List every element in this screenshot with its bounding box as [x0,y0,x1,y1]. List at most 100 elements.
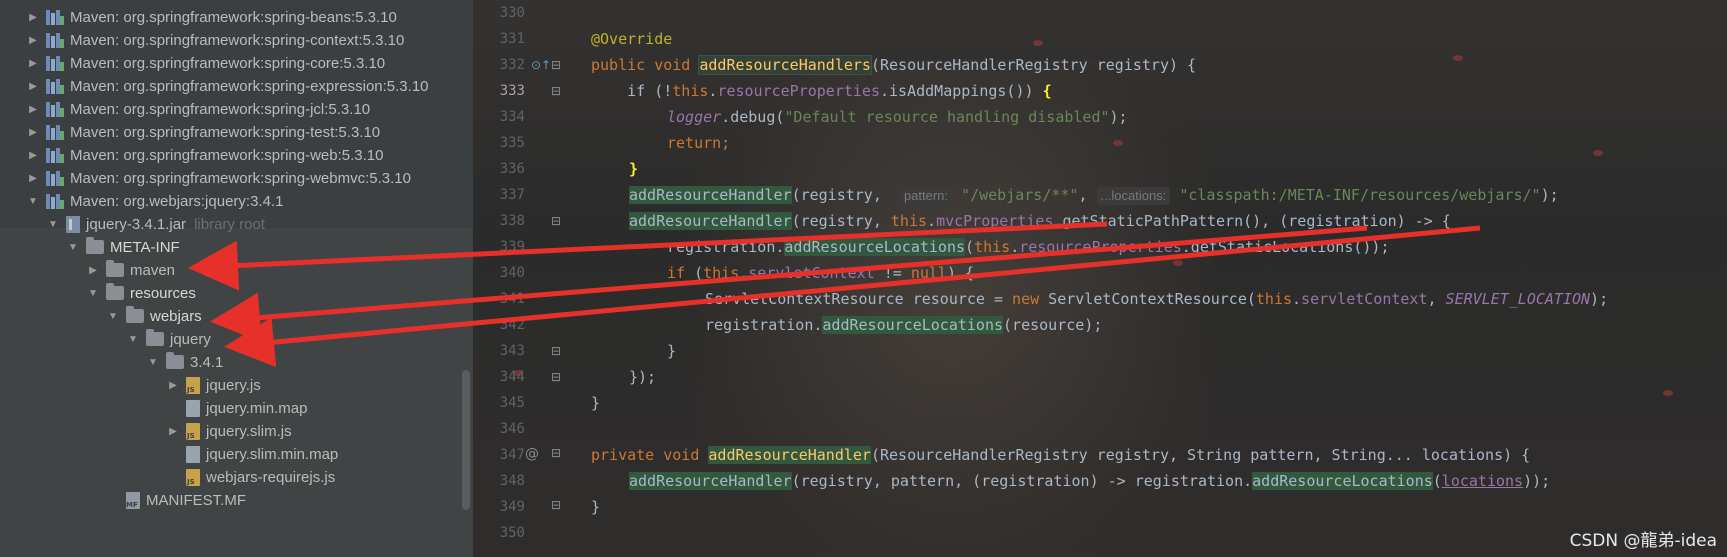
code-line-339[interactable]: registration.addResourceLocations(this.r… [667,234,1390,260]
tree-row-spring-web[interactable]: ▶ Maven: org.springframework:spring-web:… [0,143,473,167]
collapse-arrow-icon[interactable]: ▼ [66,242,80,253]
tree-row-spring-beans[interactable]: ▶ Maven: org.springframework:spring-bean… [0,5,473,29]
fold-marker-icon[interactable]: ⊟ [551,214,561,228]
tree-scrollbar[interactable] [462,370,470,510]
collapse-arrow-icon[interactable]: ▼ [126,334,140,345]
tree-row-spring-jcl[interactable]: ▶ Maven: org.springframework:spring-jcl:… [0,97,473,121]
code-line-334[interactable]: logger.debug("Default resource handling … [667,104,1128,130]
tree-row-jquery-slim-js[interactable]: ▶ jquery.slim.js [0,419,473,443]
fold-marker-icon[interactable]: ⊟ [551,344,561,358]
annotation-marker-icon[interactable]: @ [525,446,539,462]
tree-row-jquery-js[interactable]: ▶ jquery.js [0,373,473,397]
collapse-arrow-icon[interactable]: ▼ [46,219,60,230]
tree-label: jquery.js [206,376,261,394]
fold-marker-icon[interactable]: ⊟ [551,58,561,72]
method-call-token: addResourceLocations [784,238,966,256]
matched-brace-token: { [1042,82,1052,100]
expand-arrow-icon[interactable]: ▶ [26,35,40,46]
code-line-337[interactable]: addResourceHandler(registry, pattern: "/… [629,182,1559,208]
line-number: 350 [499,525,525,541]
collapse-arrow-icon[interactable]: ▼ [146,357,160,368]
tree-row-version-folder[interactable]: ▼ 3.4.1 [0,350,473,374]
keyword-token: if [667,264,686,282]
tree-row-webjars-jquery[interactable]: ▼ Maven: org.webjars:jquery:3.4.1 [0,189,473,213]
method-call-token: addResourceHandler [629,186,792,204]
map-file-icon [186,399,200,417]
code-token: ServletContextResource( [1039,290,1256,308]
tree-row-webjars-requirejs[interactable]: ▶ webjars-requirejs.js [0,465,473,489]
fold-marker-icon[interactable]: ⊟ [551,84,561,98]
fold-marker-icon[interactable]: ⊟ [551,446,561,460]
override-marker-icon[interactable]: ⊙↑ [531,58,551,72]
code-line-340[interactable]: if (this.servletContext != null) { [667,260,974,286]
line-number: 345 [499,395,525,411]
tree-label: maven [130,261,176,279]
tree-label: jquery.slim.js [206,422,292,440]
fold-marker-icon[interactable]: ⊟ [551,498,561,512]
line-number-gutter[interactable]: 330 331 332 333 334 335 336 337 338 339 … [473,0,563,557]
tree-label: META-INF [110,238,180,256]
param-token: locations [1441,472,1524,490]
line-number: 338 [499,213,525,229]
code-line-345[interactable]: } [591,390,600,416]
tree-row-resources[interactable]: ▼ resources [0,281,473,305]
code-line-347[interactable]: private void addResourceHandler(Resource… [591,442,1530,468]
code-line-338[interactable]: addResourceHandler(registry, this.mvcPro… [629,208,1451,234]
tree-row-spring-context[interactable]: ▶ Maven: org.springframework:spring-cont… [0,28,473,52]
code-token: . [1292,290,1302,308]
code-line-335[interactable]: return; [667,130,730,156]
tree-row-jquery-slim-min-map[interactable]: ▶ jquery.slim.min.map [0,442,473,466]
code-token: registration. [667,238,785,256]
method-call-token: addResourceHandler [629,472,792,490]
code-line-349[interactable]: } [591,494,600,520]
tree-row-jquery-jar[interactable]: ▼ jquery-3.4.1.jar library root [0,212,473,236]
expand-arrow-icon[interactable]: ▶ [26,150,40,161]
code-token: }); [629,368,657,386]
collapse-arrow-icon[interactable]: ▼ [86,288,100,299]
tree-row-meta-inf[interactable]: ▼ META-INF [0,235,473,259]
tree-row-jquery-folder[interactable]: ▼ jquery [0,327,473,351]
collapse-arrow-icon[interactable]: ▼ [26,196,40,207]
code-line-348[interactable]: addResourceHandler(registry, pattern, (r… [629,468,1550,494]
map-file-icon [186,445,200,463]
library-root-hint: library root [194,215,265,233]
tree-row-jquery-min-map[interactable]: ▶ jquery.min.map [0,396,473,420]
expand-arrow-icon[interactable]: ▶ [26,104,40,115]
expand-arrow-icon[interactable]: ▶ [166,426,180,437]
constant-token: SERVLET_LOCATION [1445,290,1591,308]
expand-arrow-icon[interactable]: ▶ [26,173,40,184]
expand-arrow-icon[interactable]: ▶ [26,81,40,92]
keyword-token: null [910,264,947,282]
param-hint-pattern: pattern: [899,187,953,205]
collapse-arrow-icon[interactable]: ▼ [106,311,120,322]
expand-arrow-icon[interactable]: ▶ [26,12,40,23]
tree-row-spring-webmvc[interactable]: ▶ Maven: org.springframework:spring-webm… [0,166,473,190]
tree-row-spring-test[interactable]: ▶ Maven: org.springframework:spring-test… [0,120,473,144]
expand-arrow-icon[interactable]: ▶ [166,380,180,391]
code-line-333[interactable]: if (!this.resourceProperties.isAddMappin… [591,78,1052,104]
tree-row-maven[interactable]: ▶ maven [0,258,473,282]
code-line-344[interactable]: }); [629,364,656,390]
string-token: "classpath:/META-INF/resources/webjars/" [1170,186,1541,204]
code-token: )); [1523,472,1551,490]
field-token: servletContext [748,264,875,282]
line-number: 344 [499,369,525,385]
expand-arrow-icon[interactable]: ▶ [26,127,40,138]
code-line-332[interactable]: public void addResourceHandlers(Resource… [591,52,1196,78]
method-call-token: addResourceLocations [1252,472,1433,490]
expand-arrow-icon[interactable]: ▶ [86,265,100,276]
tree-row-spring-expression[interactable]: ▶ Maven: org.springframework:spring-expr… [0,74,473,98]
fold-marker-icon[interactable]: ⊟ [551,370,561,384]
tree-row-manifest[interactable]: ▶ MANIFEST.MF [0,488,473,512]
code-line-342[interactable]: registration.addResourceLocations(resour… [705,312,1102,338]
code-token: (registry, [791,186,900,204]
tree-row-spring-core[interactable]: ▶ Maven: org.springframework:spring-core… [0,51,473,75]
code-line-341[interactable]: ServletContextResource resource = new Se… [705,286,1608,312]
code-editor[interactable]: 330 331 332 333 334 335 336 337 338 339 … [473,0,1727,557]
tree-row-webjars[interactable]: ▼ webjars [0,304,473,328]
code-line-336[interactable]: } [629,156,638,182]
tree-label: MANIFEST.MF [146,491,246,509]
expand-arrow-icon[interactable]: ▶ [26,58,40,69]
code-line-331[interactable]: @Override [591,26,672,52]
code-line-343[interactable]: } [667,338,676,364]
